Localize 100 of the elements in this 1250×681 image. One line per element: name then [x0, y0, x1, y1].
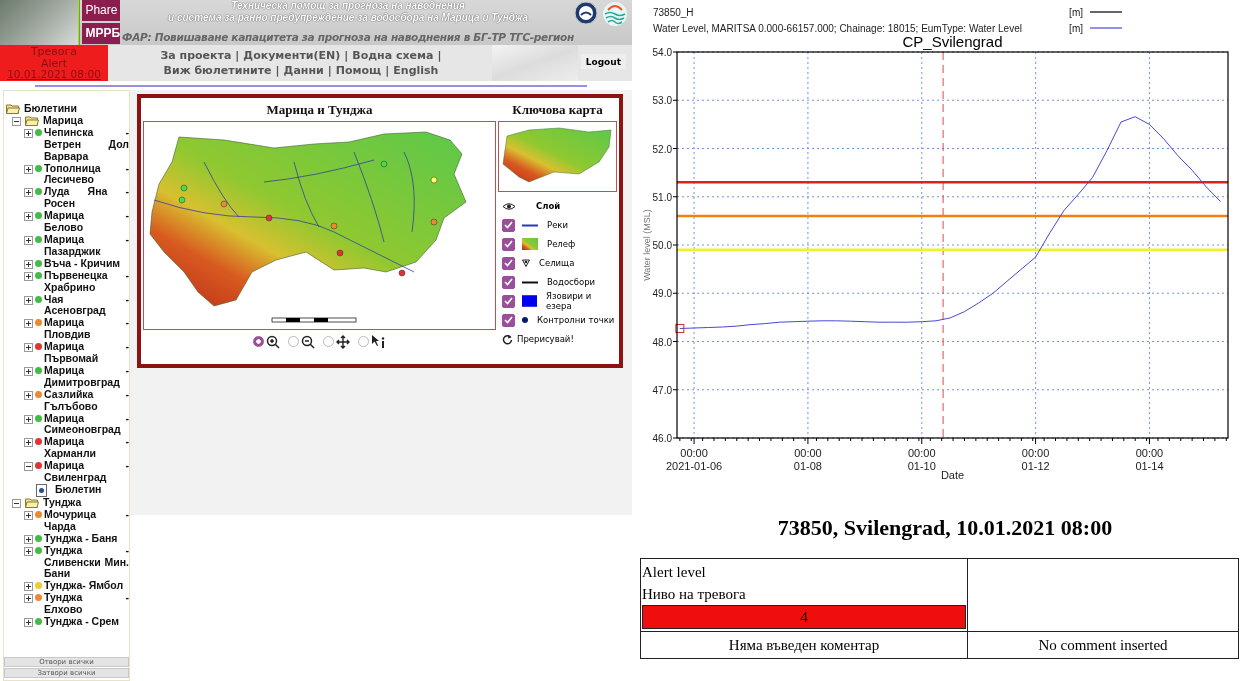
nav-link[interactable]: English: [393, 64, 439, 77]
expand-icon[interactable]: [24, 534, 33, 544]
x-axis-title: Date: [940, 469, 965, 481]
legend-label: 73850_H: [653, 7, 694, 18]
logo-text: Phare: [82, 0, 121, 21]
expand-icon[interactable]: [24, 438, 33, 448]
station-link[interactable]: Тунджа - Елхово: [44, 592, 129, 617]
expand-icon[interactable]: [24, 546, 33, 556]
legend-unit: [m]: [1069, 23, 1083, 34]
expand-icon[interactable]: [24, 414, 33, 424]
document-icon: [36, 484, 47, 497]
tree-folder-label[interactable]: Бюлетини: [24, 103, 77, 115]
station-link[interactable]: Марица - Първомай: [44, 341, 129, 365]
station-link[interactable]: Марица - Свиленград: [44, 460, 129, 484]
alert-status-text: Тревога: [30, 46, 78, 58]
station-link[interactable]: Марица - Пловдив: [44, 317, 129, 342]
collapse-icon[interactable]: [12, 116, 21, 126]
station-link[interactable]: Чепинска - Ветрен Дол Варвара: [44, 126, 129, 163]
station-link[interactable]: Марица - Харманли: [44, 436, 129, 461]
expand-icon[interactable]: [24, 510, 33, 520]
expand-icon[interactable]: [24, 390, 33, 400]
expand-icon[interactable]: [24, 582, 33, 592]
zoom-out-icon[interactable]: [300, 334, 315, 349]
bulletin-link[interactable]: Бюлетин: [55, 484, 102, 496]
layer-checkbox[interactable]: [502, 237, 515, 251]
catchment-line-icon: [522, 280, 538, 284]
station-link[interactable]: Тунджа - Баня: [44, 532, 129, 545]
expand-icon[interactable]: [24, 212, 33, 222]
nav-separator: |: [327, 64, 332, 77]
alert-status-text: Alert: [40, 57, 68, 69]
y-tick-label: 54.0: [652, 47, 672, 58]
y-tick-label: 52.0: [652, 143, 672, 155]
tool-radio[interactable]: [322, 336, 334, 347]
logo-text: МРРБ: [82, 23, 121, 44]
nav-link[interactable]: Помощ: [335, 64, 382, 77]
tool-radio[interactable]: [252, 336, 264, 347]
expand-icon[interactable]: [24, 128, 33, 138]
station-link[interactable]: Луда Яна - Росен: [44, 186, 129, 211]
station-link[interactable]: Въча - Кричим: [44, 257, 129, 270]
nav-link[interactable]: Документи(EN): [243, 49, 341, 62]
info-pointer-icon[interactable]: [370, 334, 387, 349]
collapse-icon[interactable]: [24, 462, 33, 472]
layer-checkbox[interactable]: [502, 313, 515, 327]
expand-icon[interactable]: [24, 271, 33, 281]
station-link[interactable]: Марица - Симеоновград: [44, 412, 129, 437]
nav-link[interactable]: Данни: [283, 64, 324, 77]
refresh-icon[interactable]: [502, 333, 513, 345]
layer-checkbox[interactable]: [502, 256, 515, 270]
pan-icon[interactable]: [335, 334, 350, 349]
y-tick-label: 50.0: [652, 240, 672, 251]
station-link[interactable]: Тунджа- Ямбол: [44, 580, 129, 593]
logout-button[interactable]: Logout: [580, 54, 626, 69]
expand-icon[interactable]: [24, 188, 33, 198]
expand-icon[interactable]: [24, 164, 33, 174]
expand-icon[interactable]: [24, 343, 33, 353]
layer-checkbox[interactable]: [502, 294, 515, 308]
comment-cell: No comment inserted: [967, 631, 1239, 659]
y-tick-label: 48.0: [652, 336, 672, 348]
station-link[interactable]: Марица - Димитровград: [44, 364, 129, 389]
layer-checkbox[interactable]: [502, 218, 515, 232]
station-link[interactable]: Чая - Асеновград: [44, 293, 129, 318]
expand-icon[interactable]: [24, 259, 33, 269]
station-link[interactable]: Тунджа - Срем: [44, 616, 129, 628]
open-folder-icon: [25, 114, 39, 126]
key-map-title: Ключова карта: [512, 102, 603, 118]
y-axis-title: Water level (MSL): [642, 209, 652, 281]
zoom-in-icon[interactable]: [265, 334, 280, 349]
expand-icon[interactable]: [24, 235, 33, 245]
nav-link[interactable]: Виж бюлетините: [163, 64, 272, 77]
alert-level-label: Alert level: [642, 563, 707, 582]
layer-checkbox[interactable]: [502, 275, 515, 289]
station-link[interactable]: Марица - Белово: [44, 210, 129, 234]
station-link[interactable]: Мочурица - Чарда: [44, 508, 129, 533]
nav-link[interactable]: За проекта: [160, 49, 232, 62]
tool-radio[interactable]: [287, 336, 299, 347]
expand-icon[interactable]: [24, 366, 33, 376]
tool-radio[interactable]: [357, 336, 369, 347]
redraw-link[interactable]: Прерисувай!: [517, 334, 574, 344]
y-tick-label: 51.0: [652, 191, 672, 203]
tree-folder-label[interactable]: Марица: [43, 114, 83, 127]
comment-cell: Няма въведен коментар: [640, 631, 968, 659]
station-link[interactable]: Тополница - Лесичево: [44, 162, 129, 187]
x-tick-label: 00:00 01-14: [1135, 447, 1164, 472]
y-tick-label: 47.0: [652, 384, 672, 396]
tree-folder-label[interactable]: Тунджа: [43, 497, 82, 509]
collapse-icon[interactable]: [12, 499, 21, 508]
relief-map-drawing[interactable]: [149, 131, 467, 307]
station-link[interactable]: Марица - Пазарджик: [44, 233, 129, 258]
station-link[interactable]: Първенецка - Храбрино: [44, 269, 129, 294]
nav-link[interactable]: Водна схема: [352, 49, 434, 62]
station-link[interactable]: Сазлийка - Гълъбово: [44, 388, 129, 413]
y-tick-label: 49.0: [652, 288, 672, 300]
nav-separator: |: [275, 64, 280, 77]
expand-icon[interactable]: [24, 319, 33, 329]
expand-icon[interactable]: [24, 618, 33, 628]
station-link[interactable]: Тунджа - Сливенски Мин. Бани: [44, 544, 129, 581]
nav-separator: |: [235, 49, 240, 62]
expand-icon[interactable]: [24, 594, 33, 604]
key-map-drawing[interactable]: [502, 127, 612, 183]
expand-icon[interactable]: [24, 295, 33, 305]
